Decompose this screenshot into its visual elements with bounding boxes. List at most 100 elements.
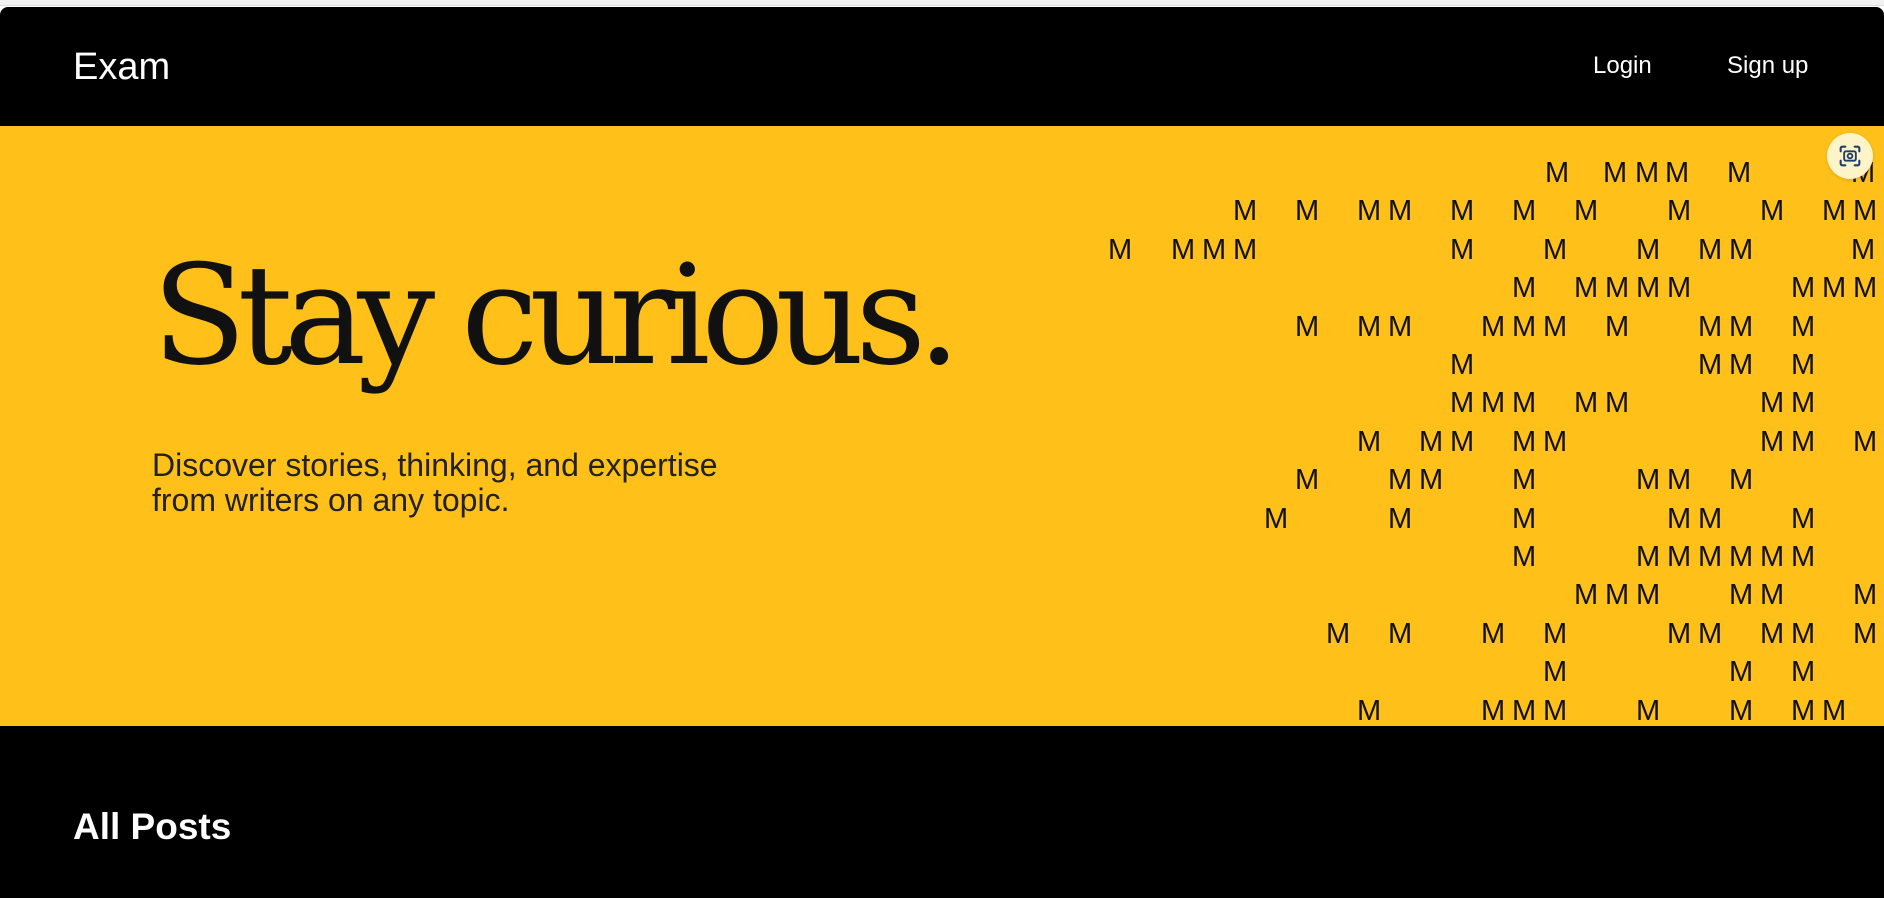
pattern-m-letter: M: [1791, 695, 1816, 726]
pattern-m-letter: M: [1636, 272, 1661, 304]
pattern-m-letter: M: [1760, 387, 1785, 419]
pattern-m-letter: M: [1512, 541, 1537, 573]
pattern-m-letter: M: [1295, 464, 1320, 496]
pattern-m-letter: M: [1853, 618, 1878, 650]
pattern-m-letter: M: [1481, 387, 1506, 419]
pattern-m-letter: M: [1667, 541, 1692, 573]
pattern-m-letter: M: [1791, 311, 1816, 343]
posts-section: All Posts: [0, 726, 1884, 898]
pattern-m-letter: M: [1108, 234, 1133, 266]
pattern-m-letter: M: [1512, 195, 1537, 227]
pattern-m-letter: M: [1233, 195, 1258, 227]
pattern-m-letter: M: [1388, 618, 1413, 650]
pattern-m-letter: M: [1665, 157, 1690, 189]
navbar: Exam Login Sign up: [0, 7, 1884, 126]
pattern-m-letter: M: [1851, 234, 1876, 266]
pattern-m-letter: M: [1760, 579, 1785, 611]
pattern-m-letter: M: [1667, 464, 1692, 496]
brand-logo[interactable]: Exam: [73, 45, 170, 89]
pattern-m-letter: M: [1295, 195, 1320, 227]
pattern-m-letter: M: [1512, 426, 1537, 458]
pattern-m-letter: M: [1760, 618, 1785, 650]
pattern-m-letter: M: [1853, 272, 1878, 304]
pattern-m-letter: M: [1636, 464, 1661, 496]
hero-title: Stay curious.: [152, 235, 961, 396]
pattern-m-letter: M: [1545, 157, 1570, 189]
login-link[interactable]: Login: [1593, 51, 1652, 81]
pattern-m-letter: M: [1512, 464, 1537, 496]
pattern-m-letter: M: [1543, 311, 1568, 343]
pattern-m-letter: M: [1388, 503, 1413, 535]
pattern-m-letter: M: [1357, 426, 1382, 458]
pattern-m-letter: M: [1760, 426, 1785, 458]
pattern-m-letter: M: [1727, 157, 1752, 189]
pattern-m-letter: M: [1543, 426, 1568, 458]
pattern-m-letter: M: [1635, 157, 1660, 189]
pattern-m-letter: M: [1574, 579, 1599, 611]
pattern-m-letter: M: [1388, 464, 1413, 496]
pattern-m-letter: M: [1667, 272, 1692, 304]
pattern-m-letter: M: [1729, 695, 1754, 726]
pattern-m-letter: M: [1543, 234, 1568, 266]
pattern-m-letter: M: [1605, 387, 1630, 419]
hero-subtitle: Discover stories, thinking, and expertis…: [152, 447, 718, 518]
pattern-m-letter: M: [1543, 656, 1568, 688]
pattern-m-letter: M: [1667, 195, 1692, 227]
pattern-m-letter: M: [1822, 695, 1847, 726]
pattern-m-letter: M: [1357, 195, 1382, 227]
pattern-m-letter: M: [1574, 195, 1599, 227]
pattern-m-letter: M: [1729, 311, 1754, 343]
pattern-m-letter: M: [1729, 541, 1754, 573]
signup-link[interactable]: Sign up: [1727, 51, 1808, 81]
pattern-m-letter: M: [1636, 695, 1661, 726]
pattern-m-letter: M: [1791, 618, 1816, 650]
pattern-m-letter: M: [1822, 195, 1847, 227]
pattern-m-letter: M: [1481, 695, 1506, 726]
pattern-m-letter: M: [1853, 579, 1878, 611]
pattern-m-letter: M: [1450, 195, 1475, 227]
pattern-m-letter: M: [1667, 618, 1692, 650]
pattern-m-letter: M: [1636, 579, 1661, 611]
pattern-m-letter: M: [1388, 311, 1413, 343]
pattern-m-letter: M: [1357, 695, 1382, 726]
pattern-m-letter: M: [1481, 618, 1506, 650]
pattern-m-letter: M: [1512, 311, 1537, 343]
pattern-m-letter: M: [1450, 387, 1475, 419]
pattern-m-letter: M: [1481, 311, 1506, 343]
pattern-m-letter: M: [1791, 272, 1816, 304]
pattern-m-letter: M: [1822, 272, 1847, 304]
pattern-m-letter: M: [1357, 311, 1382, 343]
pattern-m-letter: M: [1698, 349, 1723, 381]
pattern-m-letter: M: [1605, 311, 1630, 343]
pattern-m-letter: M: [1450, 234, 1475, 266]
pattern-m-letter: M: [1729, 234, 1754, 266]
pattern-m-letter: M: [1698, 503, 1723, 535]
pattern-m-letter: M: [1791, 426, 1816, 458]
pattern-m-letter: M: [1419, 464, 1444, 496]
lens-scan-button[interactable]: [1827, 133, 1873, 179]
pattern-m-letter: M: [1295, 311, 1320, 343]
pattern-m-letter: M: [1791, 349, 1816, 381]
page: Exam Login Sign up MMMMMMMMMMMMMMMMMMMMM…: [0, 0, 1884, 898]
pattern-m-letter: M: [1512, 272, 1537, 304]
pattern-m-letter: M: [1698, 541, 1723, 573]
pattern-m-letter: M: [1326, 618, 1351, 650]
pattern-m-letter: M: [1791, 503, 1816, 535]
pattern-m-letter: M: [1233, 234, 1258, 266]
pattern-m-letter: M: [1603, 157, 1628, 189]
pattern-m-letter: M: [1450, 349, 1475, 381]
pattern-m-letter: M: [1791, 541, 1816, 573]
pattern-m-letter: M: [1605, 579, 1630, 611]
pattern-m-letter: M: [1574, 387, 1599, 419]
pattern-m-letter: M: [1264, 503, 1289, 535]
pattern-m-letter: M: [1791, 656, 1816, 688]
pattern-m-letter: M: [1791, 387, 1816, 419]
pattern-m-letter: M: [1760, 541, 1785, 573]
posts-heading: All Posts: [73, 806, 232, 847]
pattern-m-letter: M: [1202, 234, 1227, 266]
pattern-m-letter: M: [1543, 695, 1568, 726]
pattern-m-letter: M: [1729, 579, 1754, 611]
pattern-m-letter: M: [1698, 234, 1723, 266]
pattern-m-letter: M: [1729, 656, 1754, 688]
pattern-m-letter: M: [1636, 234, 1661, 266]
